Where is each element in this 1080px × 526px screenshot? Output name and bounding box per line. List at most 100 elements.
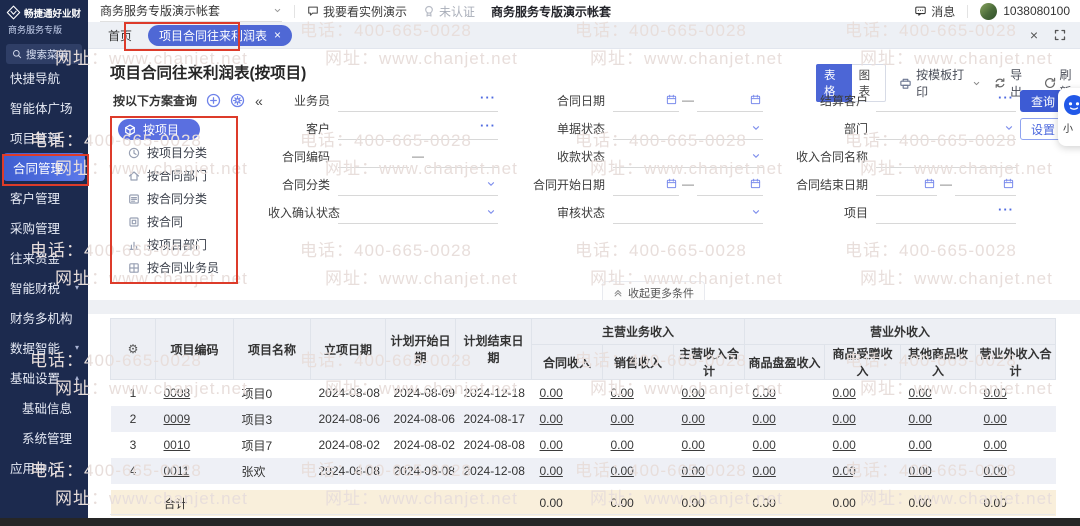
scheme-item[interactable]: 按项目 <box>118 119 200 140</box>
filter-input-select[interactable] <box>876 116 1016 140</box>
filter-input-select[interactable] <box>338 172 498 196</box>
sidebar-item[interactable]: 往来资金 <box>0 242 88 272</box>
value-link[interactable]: 0.00 <box>540 464 563 478</box>
sidebar-item[interactable]: 数据智能▾ <box>0 332 88 362</box>
tab-active-report[interactable]: 项目合同往来利润表 × <box>148 25 292 46</box>
sidebar-item[interactable]: 客户管理 <box>0 182 88 212</box>
value-link[interactable]: 0.00 <box>611 438 634 452</box>
project-code-link[interactable]: 0011 <box>164 464 190 478</box>
value-link[interactable]: 0.00 <box>833 386 856 400</box>
collapse-panel-icon[interactable]: « <box>255 94 263 108</box>
scheme-item-label: 按合同分类 <box>147 190 207 207</box>
sidebar-item[interactable]: 合同管理 <box>3 153 85 181</box>
report-table: ⚙项目编码项目名称立项日期计划开始日期计划结束日期主营业务收入营业外收入合同收入… <box>110 318 1056 516</box>
scheme-settings-icon[interactable] <box>230 93 245 108</box>
tab-close-icon[interactable]: × <box>274 28 281 42</box>
ellipsis-icon: ··· <box>998 202 1014 217</box>
filter-input-textrange[interactable]: — <box>338 144 498 168</box>
sidebar-item[interactable]: 系统管理 <box>0 422 88 452</box>
value-link[interactable]: 0.00 <box>984 438 1007 452</box>
demo-link[interactable]: 我要看实例演示 <box>307 3 407 20</box>
column-settings-gear-icon[interactable]: ⚙ <box>111 319 156 380</box>
sidebar-item[interactable]: 项目管理 <box>0 122 88 152</box>
sidebar-item[interactable]: 快捷导航 <box>0 62 88 92</box>
range-input-start[interactable] <box>876 172 937 196</box>
sidebar-item[interactable]: 应用中心 <box>0 452 88 482</box>
value-link[interactable]: 0.00 <box>984 412 1007 426</box>
messages-button[interactable]: 消息 <box>914 3 955 20</box>
project-code-link[interactable]: 0010 <box>164 438 191 452</box>
filter-input-daterange[interactable]: — <box>613 172 763 196</box>
range-input-end[interactable] <box>427 144 498 168</box>
sidebar-search[interactable]: 搜索菜单 <box>6 44 82 64</box>
scheme-item[interactable]: 按合同业务员 <box>118 256 318 279</box>
page-title: 项目合同往来利润表(按项目) <box>110 61 306 83</box>
value-link[interactable]: 0.00 <box>682 386 705 400</box>
value-link[interactable]: 0.00 <box>909 464 932 478</box>
add-scheme-icon[interactable] <box>206 93 221 108</box>
range-input-end[interactable] <box>697 88 763 112</box>
value-link[interactable]: 0.00 <box>984 386 1007 400</box>
sidebar-item[interactable]: 智能财税▾ <box>0 272 88 302</box>
sidebar-item[interactable]: 采购管理 <box>0 212 88 242</box>
assistant-widget[interactable]: 小 <box>1058 88 1080 146</box>
section-divider <box>88 300 1080 314</box>
filter-input-ellipsis[interactable]: ··· <box>876 200 1016 224</box>
value-link[interactable]: 0.00 <box>682 412 705 426</box>
app-logo: 畅捷通好业财 商务服务专版 <box>0 0 88 36</box>
top-bar: 商务服务专版演示帐套 我要看实例演示 未认证 商务服务专版演示帐套 消息 103… <box>88 0 1080 23</box>
value-link[interactable]: 0.00 <box>682 438 705 452</box>
value-link[interactable]: 0.00 <box>540 412 563 426</box>
fullscreen-icon[interactable] <box>1054 29 1066 41</box>
filter-input-text[interactable] <box>876 144 1016 168</box>
filter-input-select[interactable] <box>613 144 763 168</box>
value-link[interactable]: 0.00 <box>909 386 932 400</box>
tab-home[interactable]: 首页 <box>108 27 132 44</box>
value-link[interactable]: 0.00 <box>833 412 856 426</box>
sidebar-item[interactable]: 智能体广场 <box>0 92 88 122</box>
certification-status[interactable]: 未认证 <box>423 3 475 20</box>
range-input-start[interactable] <box>613 88 679 112</box>
value-link[interactable]: 0.00 <box>984 464 1007 478</box>
value-link[interactable]: 0.00 <box>540 386 563 400</box>
assistant-label: 小 <box>1063 120 1080 135</box>
sidebar-item[interactable]: 基础信息 <box>0 392 88 422</box>
value-link[interactable]: 0.00 <box>753 386 776 400</box>
value-link[interactable]: 0.00 <box>909 412 932 426</box>
account-select[interactable]: 商务服务专版演示帐套 <box>100 1 282 22</box>
range-input-start[interactable] <box>613 172 679 196</box>
value-link[interactable]: 0.00 <box>540 438 563 452</box>
range-input-end[interactable] <box>955 172 1016 196</box>
filter-input-ellipsis[interactable]: ··· <box>876 88 1016 112</box>
value-link[interactable]: 0.00 <box>909 438 932 452</box>
value-link[interactable]: 0.00 <box>833 464 856 478</box>
start-date-cell: 2024-08-08 <box>311 380 386 407</box>
value-link[interactable]: 0.00 <box>611 412 634 426</box>
filter-input-daterange[interactable]: — <box>876 172 1016 196</box>
tab-active-label: 项目合同往来利润表 <box>159 27 267 44</box>
project-code-link[interactable]: 0009 <box>164 412 191 426</box>
project-code-link[interactable]: 0008 <box>164 386 191 400</box>
range-input-end[interactable] <box>697 172 763 196</box>
filter-input-select[interactable] <box>613 116 763 140</box>
value-link[interactable]: 0.00 <box>753 464 776 478</box>
range-input-start[interactable] <box>338 144 409 168</box>
scheme-item[interactable]: 按项目部门 <box>118 233 318 256</box>
filter-input-ellipsis[interactable]: ··· <box>338 116 498 140</box>
filter-input-select[interactable] <box>613 200 763 224</box>
filter-input-ellipsis[interactable]: ··· <box>338 88 498 112</box>
value-link[interactable]: 0.00 <box>611 386 634 400</box>
filter-field: 收款状态 <box>498 144 763 168</box>
filter-input-select[interactable] <box>338 200 498 224</box>
value-link[interactable]: 0.00 <box>833 438 856 452</box>
avatar[interactable] <box>980 3 997 20</box>
value-link[interactable]: 0.00 <box>611 464 634 478</box>
close-icon[interactable]: × <box>1030 28 1038 42</box>
sidebar-item[interactable]: 基础设置▴ <box>0 362 88 392</box>
topbar-right: 消息 1038080100 <box>914 3 1070 20</box>
value-link[interactable]: 0.00 <box>753 412 776 426</box>
sidebar-item[interactable]: 财务多机构 <box>0 302 88 332</box>
value-link[interactable]: 0.00 <box>682 464 705 478</box>
value-link[interactable]: 0.00 <box>753 438 776 452</box>
filter-input-daterange[interactable]: — <box>613 88 763 112</box>
